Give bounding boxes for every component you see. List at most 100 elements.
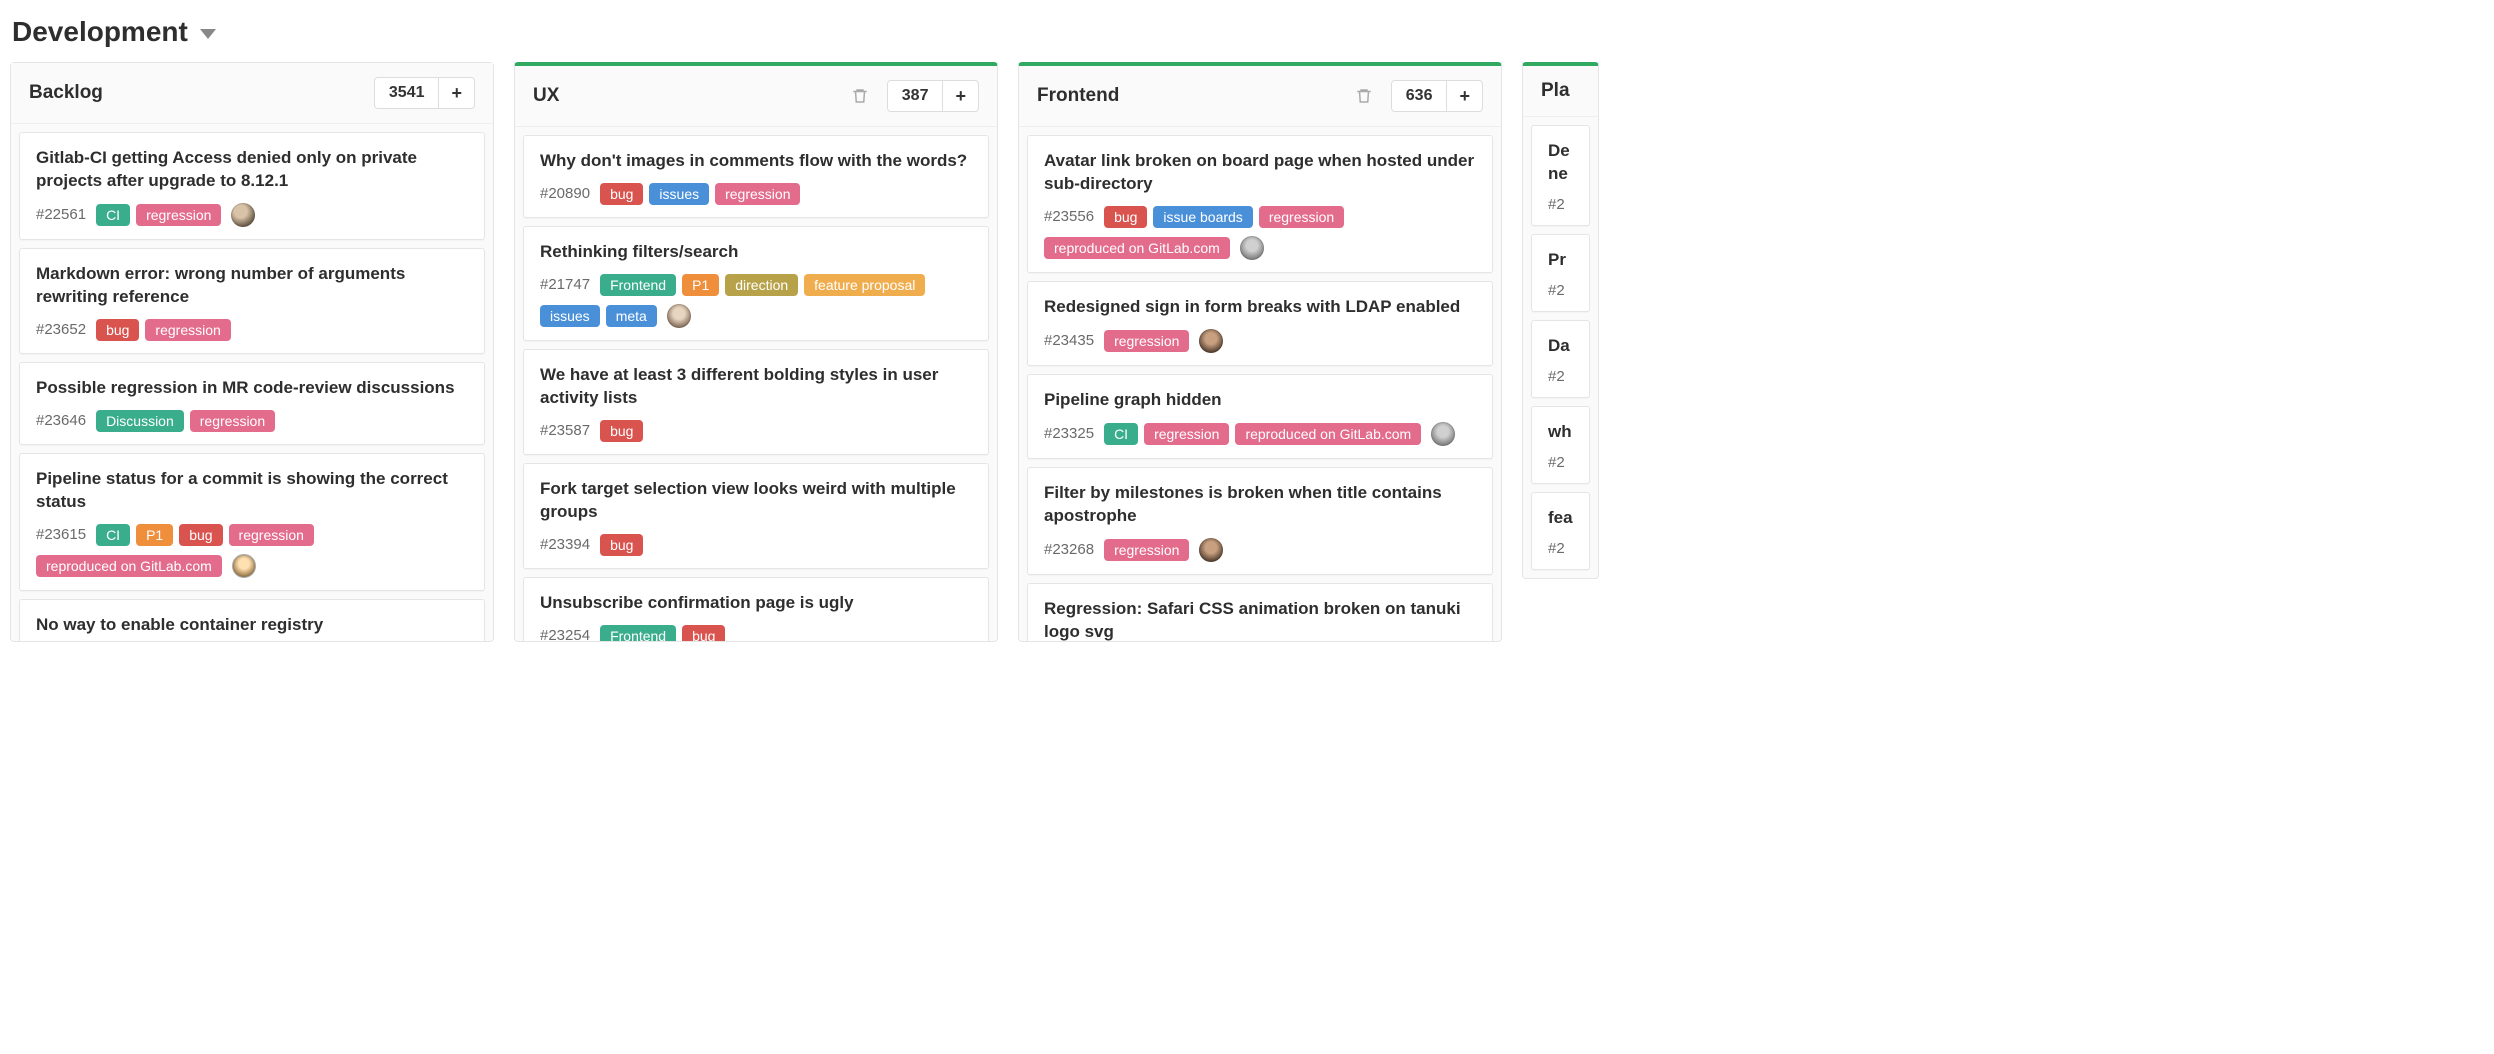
issue-label[interactable]: bug: [600, 420, 643, 442]
issue-label[interactable]: CI: [1104, 423, 1138, 445]
issue-id: #20890: [540, 185, 590, 202]
issue-label[interactable]: CI: [96, 524, 130, 546]
issue-label[interactable]: meta: [606, 305, 657, 327]
issue-id: #23435: [1044, 332, 1094, 349]
issue-label[interactable]: regression: [229, 524, 314, 546]
assignee-avatar[interactable]: [232, 554, 256, 578]
issue-label[interactable]: bug: [1104, 206, 1147, 228]
trash-icon[interactable]: [1355, 87, 1373, 105]
issue-label[interactable]: bug: [96, 319, 139, 341]
issue-label[interactable]: Frontend: [600, 625, 676, 641]
assignee-avatar[interactable]: [231, 203, 255, 227]
issue-label[interactable]: P1: [682, 274, 719, 296]
issue-label[interactable]: Frontend: [600, 274, 676, 296]
card-footer: #2: [1548, 454, 1573, 471]
issue-card[interactable]: Markdown error: wrong number of argument…: [19, 248, 485, 354]
assignee-avatar[interactable]: [1199, 538, 1223, 562]
issue-card[interactable]: Gitlab-CI getting Access denied only on …: [19, 132, 485, 240]
list-header: Frontend636+: [1019, 66, 1501, 127]
issue-card[interactable]: Fork target selection view looks weird w…: [523, 463, 989, 569]
issue-card[interactable]: Pipeline status for a commit is showing …: [19, 453, 485, 591]
issue-card[interactable]: De ne #2: [1531, 125, 1590, 226]
issue-card[interactable]: Filter by milestones is broken when titl…: [1027, 467, 1493, 575]
issue-label[interactable]: reproduced on GitLab.com: [1044, 237, 1230, 259]
issue-label[interactable]: regression: [190, 410, 275, 432]
list-column: Backlog3541+ Gitlab-CI getting Access den…: [10, 62, 494, 642]
issue-card[interactable]: Redesigned sign in form breaks with LDAP…: [1027, 281, 1493, 366]
card-title: Why don't images in comments flow with t…: [540, 150, 972, 173]
issue-label[interactable]: regression: [136, 204, 221, 226]
issue-label[interactable]: CI: [96, 204, 130, 226]
issue-id: #23587: [540, 422, 590, 439]
add-card-button[interactable]: +: [439, 77, 475, 109]
issue-card[interactable]: Pipeline graph hidden #23325 CI regression r…: [1027, 374, 1493, 459]
issue-id: #2: [1548, 196, 1565, 213]
issue-id: #21747: [540, 276, 590, 293]
issue-card[interactable]: Unsubscribe confirmation page is ugly #23…: [523, 577, 989, 641]
card-title: Pipeline graph hidden: [1044, 389, 1476, 412]
issue-label[interactable]: reproduced on GitLab.com: [1235, 423, 1421, 445]
issue-card[interactable]: Rethinking filters/search#21747FrontendP…: [523, 226, 989, 341]
assignee-avatar[interactable]: [1431, 422, 1455, 446]
card-footer: #23325 CI regression reproduced on GitLab.c…: [1044, 422, 1476, 446]
issue-label[interactable]: feature proposal: [804, 274, 925, 296]
add-card-button[interactable]: +: [943, 80, 979, 112]
list-header: Backlog3541+: [11, 63, 493, 124]
issue-label[interactable]: issue boards: [1153, 206, 1252, 228]
issue-label[interactable]: P1: [136, 524, 173, 546]
issue-card[interactable]: No way to enable container registry#2357…: [19, 599, 485, 641]
issue-label[interactable]: bug: [179, 524, 222, 546]
issue-label[interactable]: regression: [145, 319, 230, 341]
issue-id: #2: [1548, 282, 1565, 299]
board-title-row[interactable]: Development: [10, 10, 2484, 62]
card-title: Fork target selection view looks weird w…: [540, 478, 972, 524]
card-footer: #23615CIP1bugregressionreproduced on Git…: [36, 524, 468, 578]
issue-label[interactable]: direction: [725, 274, 798, 296]
issue-label[interactable]: regression: [715, 183, 800, 205]
issue-label[interactable]: bug: [600, 534, 643, 556]
list-body: Gitlab-CI getting Access denied only on …: [11, 124, 493, 641]
issue-label[interactable]: Discussion: [96, 410, 184, 432]
issue-label[interactable]: regression: [1104, 330, 1189, 352]
issue-card[interactable]: Possible regression in MR code-review di…: [19, 362, 485, 445]
issue-card[interactable]: Avatar link broken on board page when ho…: [1027, 135, 1493, 273]
card-title: fea: [1548, 507, 1573, 530]
card-title: De ne: [1548, 140, 1573, 186]
issue-label[interactable]: regression: [1104, 539, 1189, 561]
issue-label[interactable]: regression: [1259, 206, 1344, 228]
issue-card[interactable]: We have at least 3 different bolding sty…: [523, 349, 989, 455]
issue-card[interactable]: fea #2: [1531, 492, 1590, 570]
issue-label[interactable]: reproduced on GitLab.com: [36, 555, 222, 577]
issue-id: #2: [1548, 540, 1565, 557]
issue-card[interactable]: wh #2: [1531, 406, 1590, 484]
issue-label[interactable]: bug: [682, 625, 725, 641]
issue-label[interactable]: issues: [649, 183, 709, 205]
assignee-avatar[interactable]: [667, 304, 691, 328]
issue-card[interactable]: Da#2: [1531, 320, 1590, 398]
issue-card[interactable]: Why don't images in comments flow with t…: [523, 135, 989, 218]
issue-card[interactable]: Pr #2: [1531, 234, 1590, 312]
card-footer: #22561CIregression: [36, 203, 468, 227]
issue-label[interactable]: bug: [600, 183, 643, 205]
card-title: wh: [1548, 421, 1573, 444]
assignee-avatar[interactable]: [1199, 329, 1223, 353]
card-title: Avatar link broken on board page when ho…: [1044, 150, 1476, 196]
caret-down-icon[interactable]: [200, 29, 216, 39]
issue-card[interactable]: Regression: Safari CSS animation broken …: [1027, 583, 1493, 641]
list-column: Frontend636+ Avatar link broken on board …: [1018, 62, 1502, 642]
card-title: Unsubscribe confirmation page is ugly: [540, 592, 972, 615]
list-column: UX387+Why don't images in comments flow …: [514, 62, 998, 642]
card-footer: #20890 bug issues regression: [540, 183, 972, 205]
list-count: 636: [1391, 80, 1448, 112]
issue-id: #23325: [1044, 425, 1094, 442]
trash-icon[interactable]: [851, 87, 869, 105]
issue-label[interactable]: regression: [1144, 423, 1229, 445]
card-footer: #2: [1548, 282, 1573, 299]
assignee-avatar[interactable]: [1240, 236, 1264, 260]
issue-id: #23254: [540, 627, 590, 641]
issue-id: #23652: [36, 321, 86, 338]
card-footer: #23268regression: [1044, 538, 1476, 562]
issue-label[interactable]: issues: [540, 305, 600, 327]
add-card-button[interactable]: +: [1447, 80, 1483, 112]
card-title: Pr: [1548, 249, 1573, 272]
